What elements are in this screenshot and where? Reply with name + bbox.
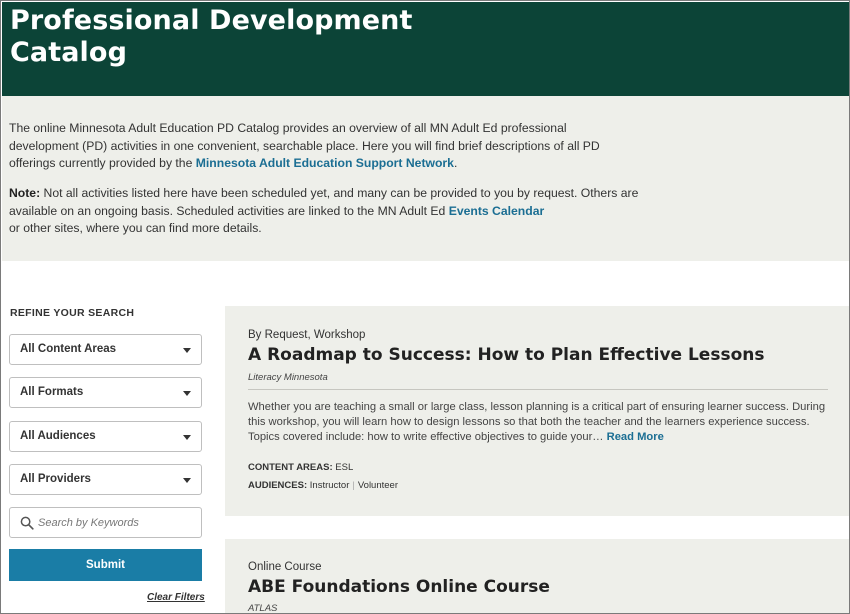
content-areas-select[interactable]: All Content Areas [9, 334, 202, 365]
activity-description: Whether you are teaching a small or larg… [248, 401, 826, 443]
providers-select[interactable]: All Providers [9, 464, 202, 495]
formats-select[interactable]: All Formats [9, 377, 202, 408]
select-label: All Providers [20, 473, 91, 485]
note-label: Note: [9, 186, 41, 200]
events-calendar-link[interactable]: Events Calendar [449, 204, 545, 218]
divider [248, 389, 828, 390]
intro-panel: The online Minnesota Adult Education PD … [2, 96, 849, 261]
submit-button[interactable]: Submit [9, 549, 202, 581]
caret-down-icon [183, 348, 191, 353]
keyword-search-input[interactable] [38, 514, 193, 532]
activity-type: By Request, Workshop [248, 329, 366, 341]
result-card: By Request, Workshop A Roadmap to Succes… [225, 306, 849, 516]
activity-provider: ATLAS [248, 603, 278, 614]
caret-down-icon [183, 478, 191, 483]
audiences-select[interactable]: All Audiences [9, 421, 202, 452]
clear-filters-link[interactable]: Clear Filters [147, 592, 205, 603]
result-card: Online Course ABE Foundations Online Cou… [225, 539, 849, 614]
intro-paragraph: The online Minnesota Adult Education PD … [9, 121, 600, 171]
caret-down-icon [183, 435, 191, 440]
content-areas-meta: CONTENT AREAS: ESL [248, 462, 354, 473]
note-paragraph: Note: Not all activities listed here hav… [9, 186, 639, 236]
keyword-search-box[interactable] [9, 507, 202, 538]
audiences-meta: AUDIENCES: Instructor | Volunteer [248, 480, 398, 491]
activity-title[interactable]: A Roadmap to Success: How to Plan Effect… [248, 345, 764, 365]
select-label: All Audiences [20, 430, 96, 442]
activity-title[interactable]: ABE Foundations Online Course [248, 577, 550, 597]
page-header: Professional Development Catalog [2, 2, 849, 96]
page-frame: Professional Development Catalog The onl… [0, 0, 850, 614]
select-label: All Content Areas [20, 343, 117, 355]
activity-provider: Literacy Minnesota [248, 372, 328, 383]
activity-type: Online Course [248, 561, 322, 573]
select-label: All Formats [20, 386, 84, 398]
page-title: Professional Development Catalog [10, 5, 413, 68]
read-more-link[interactable]: Read More [607, 431, 664, 443]
caret-down-icon [183, 391, 191, 396]
search-icon [20, 516, 34, 530]
support-network-link[interactable]: Minnesota Adult Education Support Networ… [196, 156, 454, 170]
refine-title: REFINE YOUR SEARCH [10, 307, 135, 319]
